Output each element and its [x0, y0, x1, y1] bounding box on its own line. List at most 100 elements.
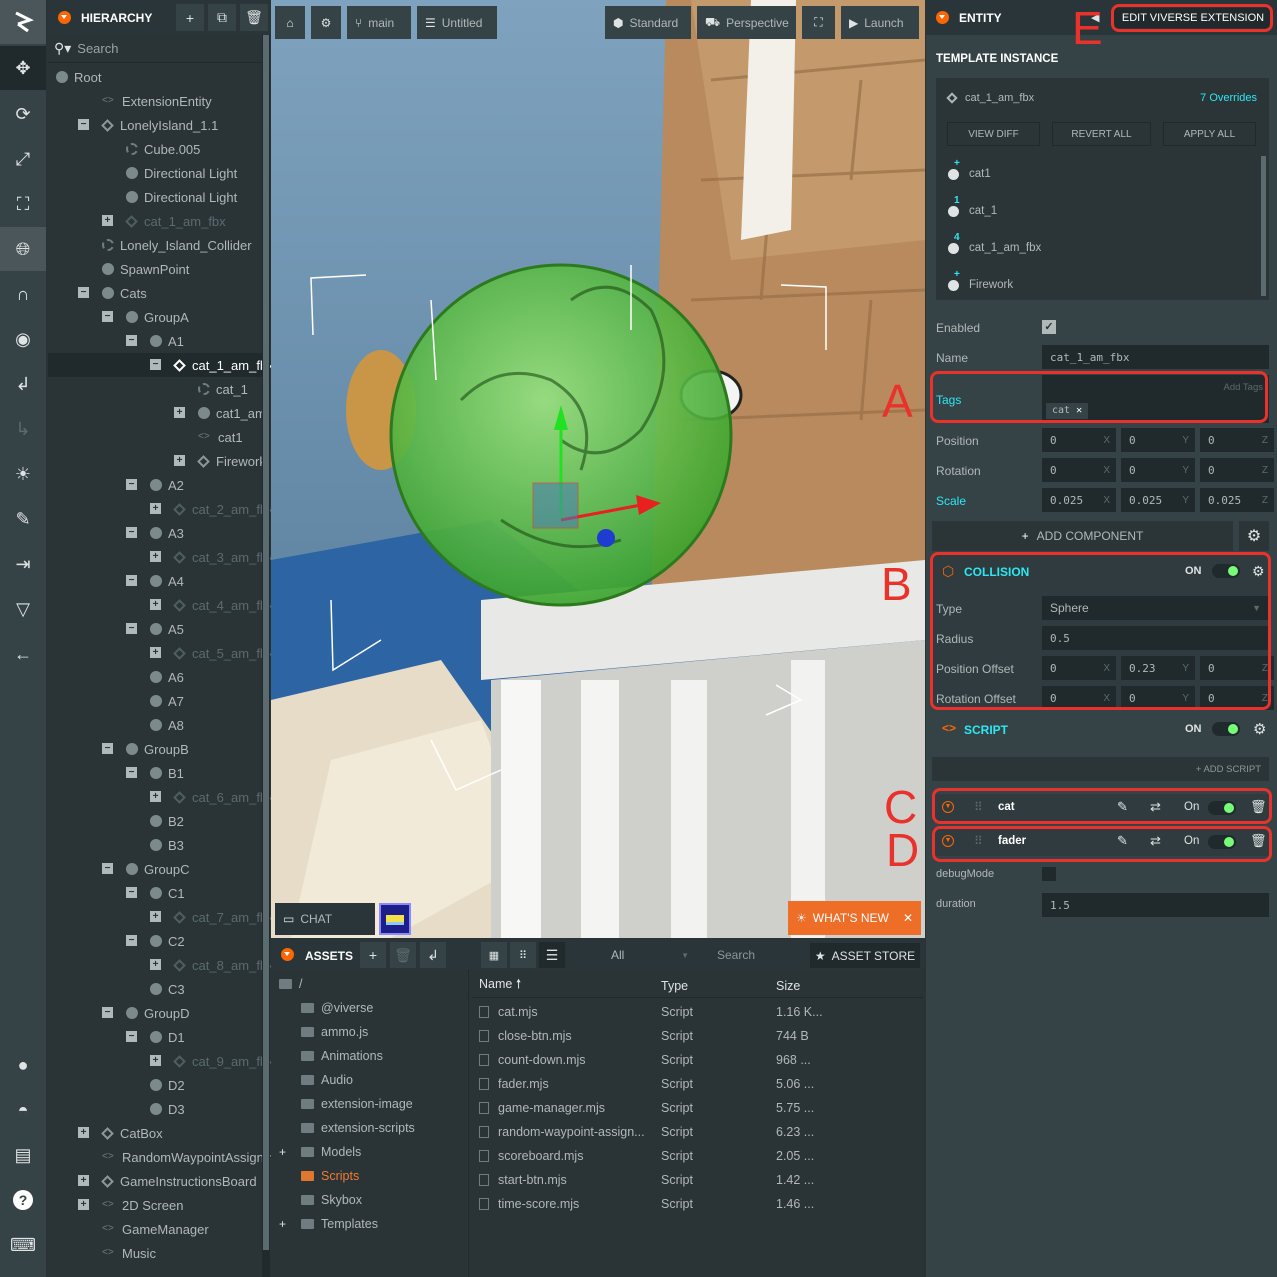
hierarchy-search[interactable]: ⚲▾ Search [48, 35, 270, 63]
collapse-toggle-icon[interactable]: − [126, 1031, 137, 1042]
publish-icon[interactable]: ⇥ [0, 542, 46, 586]
discord-icon[interactable]: ◓ [0, 1088, 46, 1132]
collapse-toggle-icon[interactable]: − [126, 623, 137, 634]
collapse-toggle-icon[interactable]: − [78, 119, 89, 130]
tree-item[interactable]: D3 [48, 1097, 262, 1121]
collapse-toggle-icon[interactable]: − [102, 311, 113, 322]
expand-toggle-icon[interactable]: + [150, 791, 161, 802]
tree-item[interactable]: SpawnPoint [48, 257, 262, 281]
tree-item[interactable]: <> RandomWaypointAssignme [48, 1145, 282, 1169]
tree-item[interactable]: + cat_9_am_fbx [48, 1049, 274, 1073]
camera-button[interactable]: ⛟ Perspective [697, 6, 796, 39]
filter-icon[interactable]: ▽ [0, 587, 46, 631]
tree-item[interactable]: + cat_1_am_fbx [48, 209, 262, 233]
tree-item[interactable]: − LonelyIsland_1.1 [48, 113, 262, 137]
vector-field[interactable]: 0.025 Z [1200, 488, 1274, 512]
revert-all-button[interactable]: REVERT ALL [1052, 122, 1151, 146]
light-icon[interactable]: ☀ [0, 452, 46, 496]
column-type[interactable]: Type [661, 979, 688, 993]
viewport[interactable]: ⌂ ⚙ ⑂ main ☰ Untitled ⬢ Standard ⛟ Perspecti… [271, 0, 925, 938]
tree-item[interactable]: Cube.005 [48, 137, 262, 161]
magnet-icon[interactable]: ∩ [0, 272, 46, 316]
component-settings-button[interactable]: ⚙ [1239, 521, 1269, 551]
asset-filter-select[interactable]: All ▼ [601, 942, 695, 968]
folder-item[interactable]: + Models [271, 1140, 469, 1164]
chat-icon[interactable]: ▤ [0, 1133, 46, 1177]
tree-item[interactable]: + cat_8_am_fbx [48, 953, 274, 977]
column-name[interactable]: Name 🠕 [479, 975, 521, 996]
vector-field[interactable]: 0Z [1200, 458, 1274, 482]
tree-item[interactable]: + cat1_am [48, 401, 266, 425]
table-row[interactable]: random-waypoint-assign... Script 6.23 ... [471, 1120, 923, 1144]
tree-item[interactable]: − GroupC [48, 857, 262, 881]
tree-item[interactable]: − C2 [48, 929, 262, 953]
launch-button[interactable]: ▶ Launch [841, 6, 919, 39]
render-mode-button[interactable]: ⬢ Standard [605, 6, 691, 39]
collapse-toggle-icon[interactable]: − [126, 527, 137, 538]
script-gear-icon[interactable]: ⚙ [1253, 720, 1266, 738]
collapse-toggle-icon[interactable]: − [126, 479, 137, 490]
tree-item[interactable]: − C1 [48, 881, 262, 905]
hierarchy-scrollbar[interactable] [262, 35, 270, 1277]
tree-item[interactable]: A7 [48, 689, 262, 713]
overrides-scrollbar[interactable] [1261, 156, 1266, 296]
folder-item[interactable]: Audio [271, 1068, 469, 1092]
tree-item[interactable]: − A3 [48, 521, 262, 545]
tree-item[interactable]: − cat_1_am_fbx [48, 353, 274, 377]
tree-item[interactable]: B3 [48, 833, 262, 857]
eye-icon[interactable]: ◉ [0, 317, 46, 361]
collapse-toggle-icon[interactable]: − [102, 1007, 113, 1018]
folder-item[interactable]: extension-image [271, 1092, 469, 1116]
overrides-link[interactable]: 7 Overrides [1200, 92, 1257, 104]
collapse-toggle-icon[interactable]: − [126, 767, 137, 778]
collapse-panel-icon[interactable] [58, 11, 71, 24]
vector-field[interactable]: 0.025 X [1042, 488, 1116, 512]
tree-item[interactable]: + GameInstructionsBoard [48, 1169, 262, 1193]
folder-root[interactable]: / [271, 972, 469, 996]
vector-field[interactable]: 0X [1042, 458, 1116, 482]
enabled-checkbox[interactable]: ✓ [1042, 320, 1056, 334]
column-size[interactable]: Size [776, 979, 800, 993]
name-field[interactable]: cat_1_am_fbx [1042, 345, 1269, 369]
grid-small-view-button[interactable]: ⠿ [510, 942, 536, 968]
vector-field[interactable]: 0X [1042, 428, 1116, 452]
scale-icon[interactable]: ⤢ [0, 137, 46, 181]
tree-item[interactable]: <> ExtensionEntity [48, 89, 262, 113]
tree-item[interactable]: + cat_5_am_fbx [48, 641, 274, 665]
folder-item[interactable]: + Templates [271, 1212, 469, 1236]
expand-toggle-icon[interactable]: + [174, 407, 185, 418]
tree-item[interactable]: <> GameManager [48, 1217, 262, 1241]
table-row[interactable]: cat.mjs Script 1.16 K... [471, 1000, 923, 1024]
vector-field[interactable]: 0.025 Y [1121, 488, 1195, 512]
folder-item[interactable]: Skybox [271, 1188, 469, 1212]
add-entity-button[interactable]: + [176, 4, 204, 31]
tree-item[interactable]: + CatBox [48, 1121, 262, 1145]
playcanvas-logo-icon[interactable] [0, 0, 46, 44]
branch-button[interactable]: ⑂ main [347, 6, 411, 39]
tree-item[interactable]: + cat_3_am_fbx [48, 545, 274, 569]
chat-button[interactable]: ▭ CHAT [275, 903, 375, 935]
add-asset-button[interactable]: + [360, 942, 386, 968]
tree-item[interactable]: Root [48, 65, 262, 89]
tree-item[interactable]: cat_1 [48, 377, 262, 401]
duration-field[interactable]: 1.5 [1042, 893, 1269, 917]
expand-toggle-icon[interactable]: + [78, 1199, 89, 1210]
redo-icon[interactable]: ↳ [0, 407, 46, 451]
vector-field[interactable]: 0Y [1121, 428, 1195, 452]
tree-item[interactable]: − GroupD [48, 1001, 262, 1025]
add-component-button[interactable]: + ADD COMPONENT [932, 521, 1233, 551]
expand-toggle-icon[interactable]: + [78, 1127, 89, 1138]
expand-toggle-icon[interactable]: + [150, 551, 161, 562]
override-item-label[interactable]: cat_1 [969, 205, 997, 217]
view-diff-button[interactable]: VIEW DIFF [947, 122, 1040, 146]
expand-toggle-icon[interactable]: + [279, 1217, 286, 1231]
rotate-icon[interactable]: ⟳ [0, 92, 46, 136]
expand-toggle-icon[interactable]: + [279, 1145, 286, 1159]
tree-item[interactable]: − B1 [48, 761, 262, 785]
expand-toggle-icon[interactable]: + [150, 959, 161, 970]
collapse-toggle-icon[interactable]: − [126, 935, 137, 946]
tree-item[interactable]: − A1 [48, 329, 262, 353]
folder-item[interactable]: extension-scripts [271, 1116, 469, 1140]
override-item-label[interactable]: Firework [969, 279, 1013, 291]
tree-item[interactable]: − A2 [48, 473, 262, 497]
